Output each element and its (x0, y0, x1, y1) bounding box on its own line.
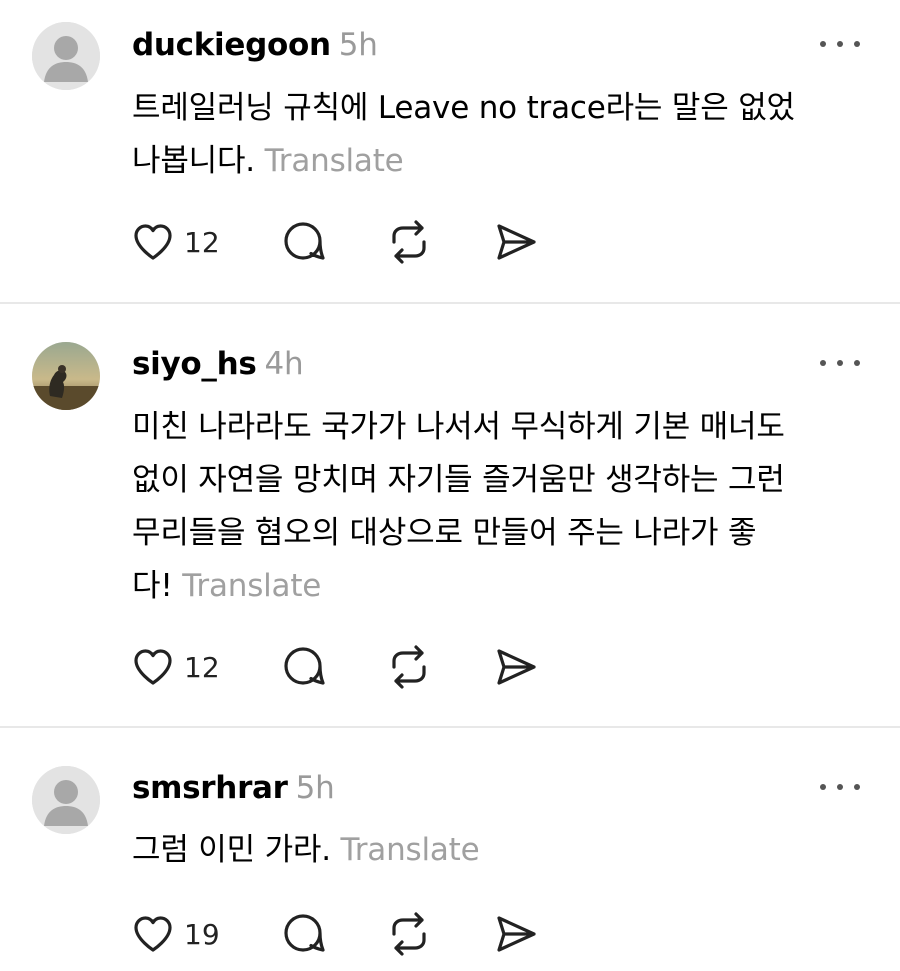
translate-link[interactable]: Translate (341, 832, 480, 868)
comment-icon (284, 647, 325, 685)
more-options-icon[interactable] (820, 37, 860, 51)
more-options-icon[interactable] (820, 356, 860, 370)
heart-icon (134, 916, 172, 952)
username[interactable]: duckiegoon 5h (132, 30, 378, 61)
like-button[interactable]: 12 (132, 220, 220, 264)
action-bar: 19 (132, 912, 552, 956)
comment-line-text: 그럼 이민 가라. (132, 832, 331, 868)
repost-button[interactable] (386, 645, 432, 689)
action-bar: 12 (132, 220, 552, 264)
repost-button[interactable] (386, 912, 432, 956)
comment-text: 트레일러닝 규칙에 Leave no trace라는 말은 없었 나봅니다. T… (132, 82, 872, 188)
repost-icon (392, 220, 426, 264)
comment-line-last: 다! Translate (132, 560, 872, 613)
username-text[interactable]: siyo_hs (132, 346, 257, 382)
more-options-icon[interactable] (820, 780, 860, 794)
like-count: 12 (184, 650, 220, 684)
avatar[interactable] (32, 342, 100, 410)
post-time: 4h (264, 346, 304, 382)
post-time: 5h (338, 27, 378, 63)
repost-button[interactable] (386, 220, 432, 264)
profile-photo-icon (32, 342, 100, 410)
comment-line-text: 다! (132, 568, 173, 604)
comment-post: siyo_hs 4h 미친 나라라도 국가가 나서서 무식하게 기본 매너도 없이… (0, 304, 900, 726)
comment-icon (284, 914, 325, 952)
repost-icon (392, 912, 426, 956)
send-icon (497, 916, 536, 952)
default-avatar-icon (32, 766, 100, 834)
username[interactable]: smsrhrar 5h (132, 770, 335, 806)
like-count: 19 (184, 917, 220, 951)
comment-post: duckiegoon 5h 트레일러닝 규칙에 Leave no trace라는 … (0, 0, 900, 302)
post-time: 5h (295, 770, 335, 806)
send-icon (497, 224, 536, 260)
translate-link[interactable]: Translate (182, 568, 321, 604)
like-count: 12 (184, 225, 220, 259)
like-button[interactable]: 12 (132, 645, 220, 689)
avatar[interactable] (32, 22, 100, 90)
comment-line: 없이 자연을 망치며 자기들 즐거움만 생각하는 그런 (132, 462, 785, 498)
comment-feed: duckiegoon 5h 트레일러닝 규칙에 Leave no trace라는 … (0, 0, 900, 971)
send-icon (497, 649, 536, 685)
comment-line: 트레일러닝 규칙에 Leave no trace라는 말은 없었 (132, 90, 795, 126)
heart-icon (134, 649, 172, 685)
share-button[interactable] (494, 912, 538, 956)
default-avatar-icon (32, 22, 100, 90)
reply-button[interactable] (282, 912, 326, 956)
comment-line-last: 그럼 이민 가라. Translate (132, 824, 872, 877)
share-button[interactable] (494, 645, 538, 689)
heart-icon (134, 224, 172, 260)
comment-text: 그럼 이민 가라. Translate (132, 824, 872, 877)
username-text[interactable]: duckiegoon (132, 27, 331, 63)
like-button[interactable]: 19 (132, 912, 220, 956)
comment-line: 무리들을 혐오의 대상으로 만들어 주는 나라가 좋 (132, 515, 757, 551)
comment-post: smsrhrar 5h 그럼 이민 가라. Translate 19 (0, 728, 900, 971)
action-bar: 12 (132, 645, 552, 689)
translate-link[interactable]: Translate (265, 143, 404, 179)
avatar[interactable] (32, 766, 100, 834)
comment-line-last: 나봅니다. Translate (132, 135, 872, 188)
repost-icon (392, 645, 426, 689)
comment-line-text: 나봅니다. (132, 143, 255, 179)
reply-button[interactable] (282, 645, 326, 689)
comment-line: 미친 나라라도 국가가 나서서 무식하게 기본 매너도 (132, 409, 785, 445)
reply-button[interactable] (282, 220, 326, 264)
comment-icon (284, 222, 325, 260)
username-text[interactable]: smsrhrar (132, 770, 288, 806)
share-button[interactable] (494, 220, 538, 264)
comment-text: 미친 나라라도 국가가 나서서 무식하게 기본 매너도 없이 자연을 망치며 자… (132, 401, 872, 613)
username[interactable]: siyo_hs 4h (132, 346, 304, 382)
